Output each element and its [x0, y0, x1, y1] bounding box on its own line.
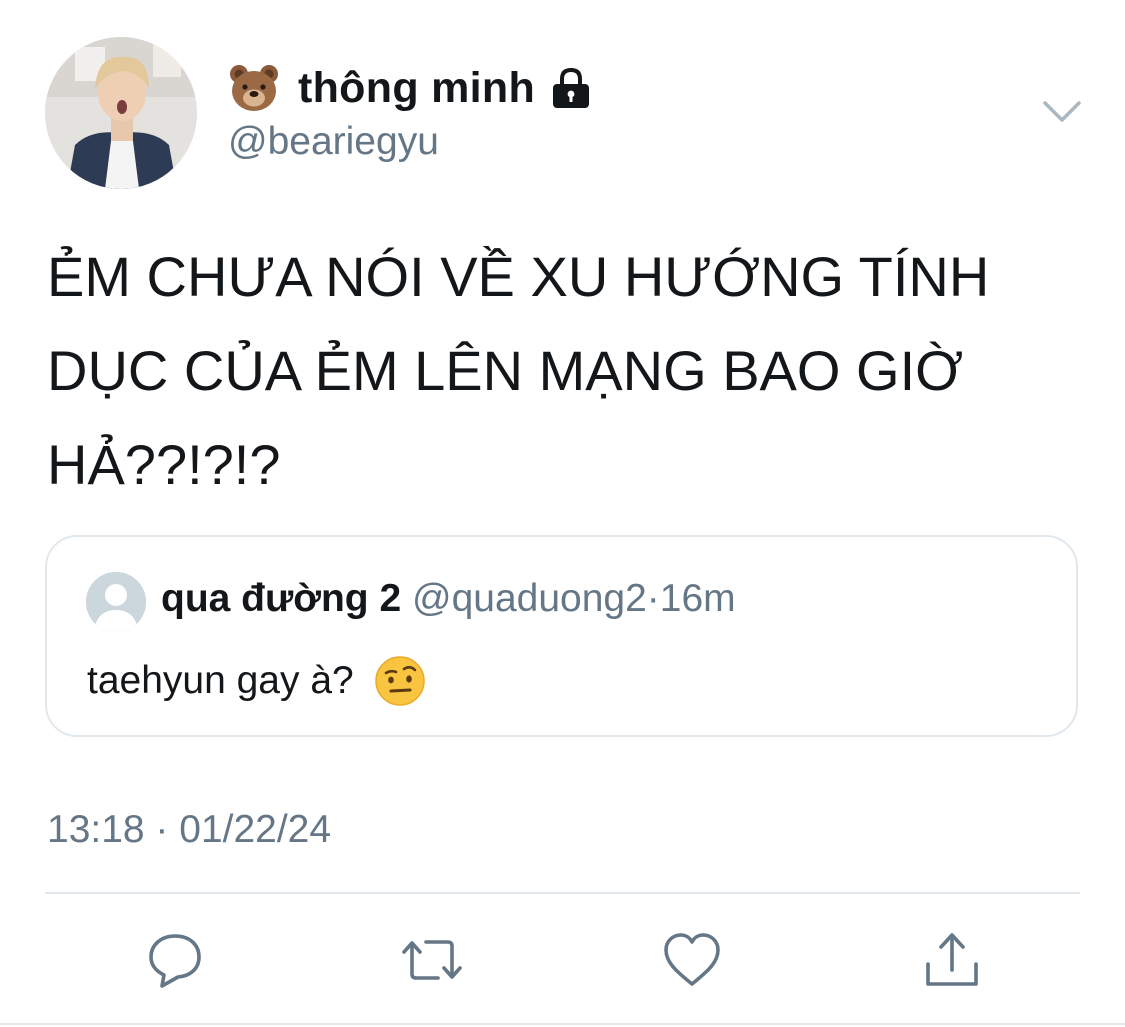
retweet-icon[interactable] [402, 930, 462, 990]
share-icon[interactable] [922, 930, 982, 990]
quoted-author-avatar [86, 572, 146, 632]
bear-face-emoji [230, 65, 278, 111]
quoted-handle: @quaduong2 [411, 577, 647, 620]
author-display-name[interactable]: thông minh [298, 64, 535, 113]
chevron-down-icon[interactable] [1040, 95, 1084, 129]
like-icon[interactable] [662, 930, 722, 990]
face-with-raised-eyebrow-emoji [374, 656, 425, 706]
action-bar [0, 930, 1125, 990]
quoted-time: 16m [659, 577, 736, 620]
tweet-timestamp[interactable]: 13:18 · 01/22/24 [47, 808, 331, 852]
divider [45, 892, 1080, 894]
author-avatar[interactable] [45, 37, 197, 189]
quoted-tweet-card[interactable]: qua đường 2 @quaduong2·16m taehyun gay à… [45, 535, 1078, 737]
quoted-text: taehyun gay à? [87, 659, 354, 702]
author-handle[interactable]: @beariegyu [228, 120, 593, 164]
quoted-display-name: qua đường 2 [161, 577, 402, 620]
quoted-separator: · [646, 577, 660, 620]
bottom-divider [0, 1023, 1125, 1025]
tweet-text: ẺM CHƯA NÓI VỀ XU HƯỚNG TÍNH DỤC CỦA ẺM … [47, 245, 990, 496]
reply-icon[interactable] [145, 930, 205, 990]
lock-icon [553, 67, 590, 108]
